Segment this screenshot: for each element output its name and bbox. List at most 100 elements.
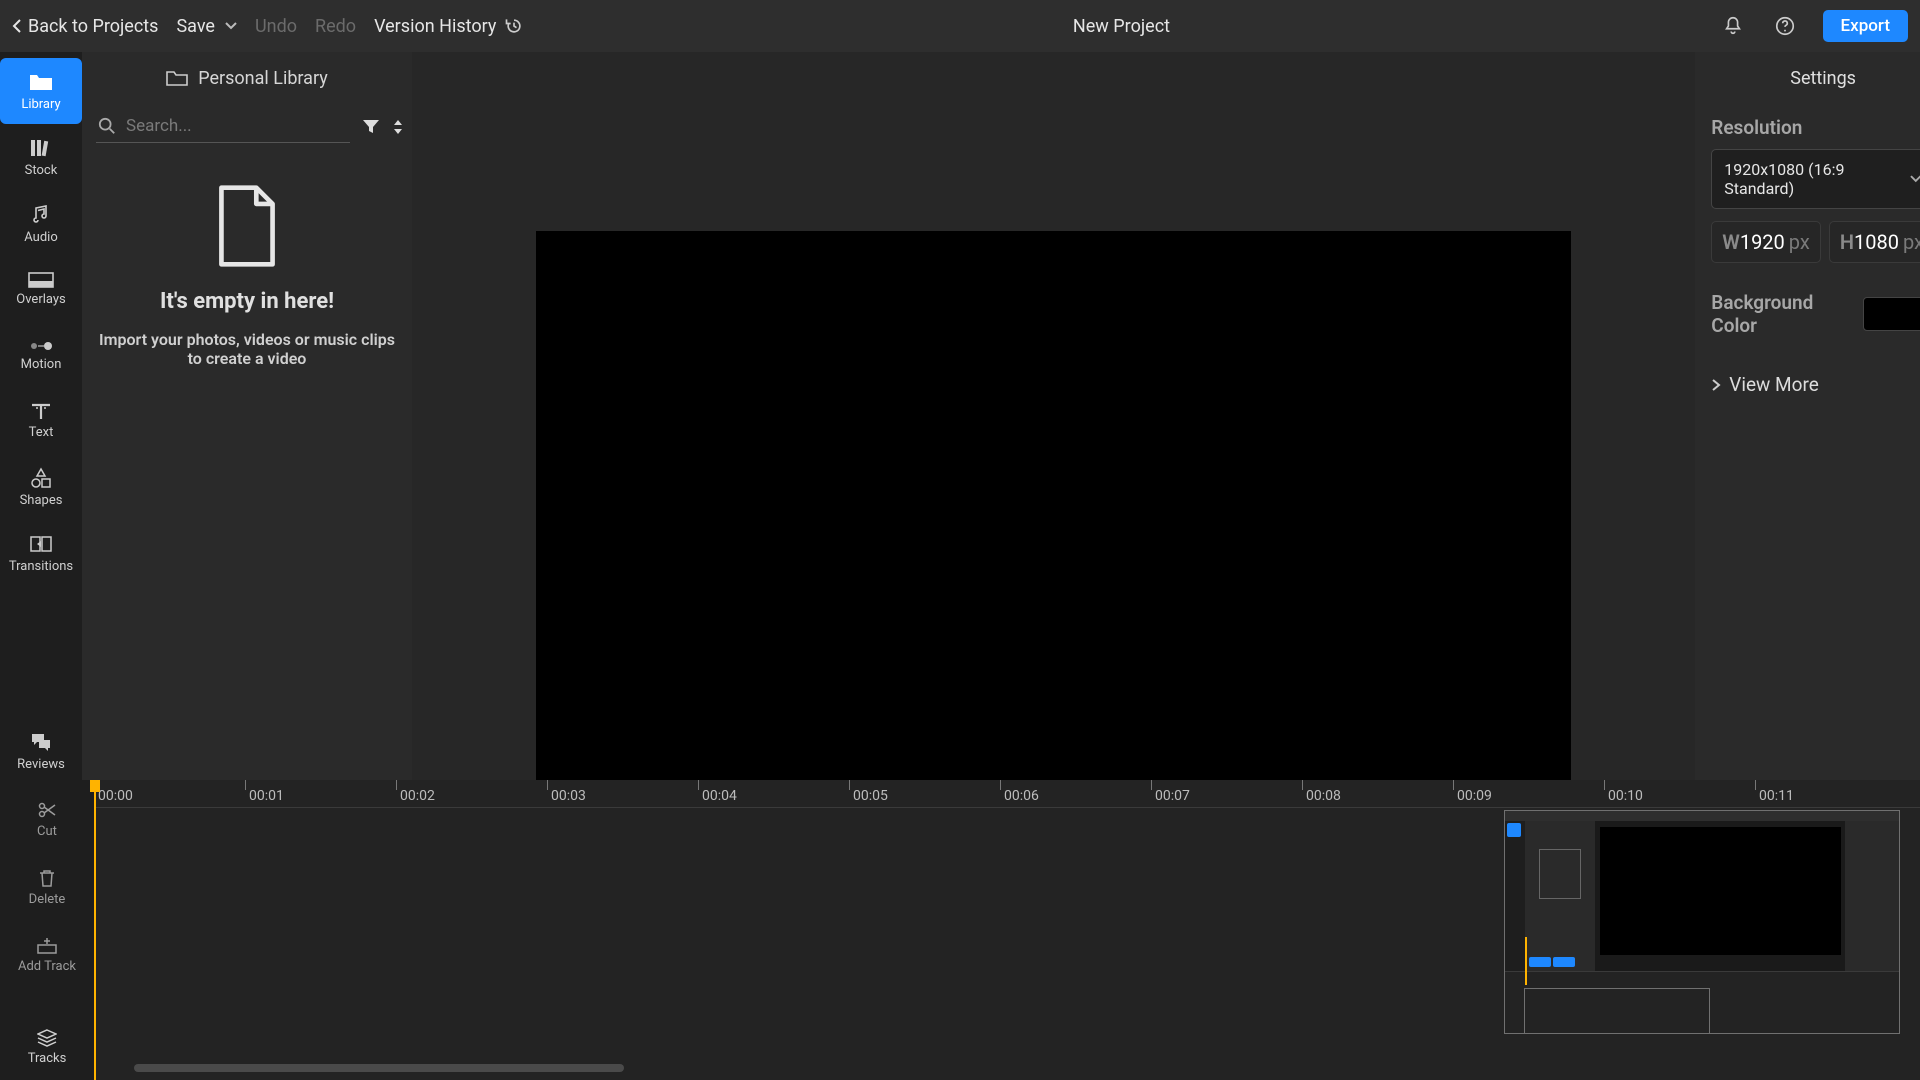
settings-title: Settings <box>1711 52 1920 104</box>
view-more-label: View More <box>1729 373 1819 396</box>
trash-icon <box>38 868 56 888</box>
file-icon <box>211 183 283 269</box>
sidebar-item-label: Motion <box>21 357 62 372</box>
folder-icon <box>28 71 54 93</box>
bg-color-swatch[interactable] <box>1863 297 1920 331</box>
add-track-icon <box>36 937 58 955</box>
folder-icon <box>166 69 188 87</box>
filter-icon <box>362 119 380 135</box>
chevron-down-icon <box>1910 175 1920 183</box>
ruler-tick: 00:04 <box>698 780 737 804</box>
search-icon <box>98 117 116 135</box>
undo-button[interactable]: Undo <box>255 16 297 37</box>
sidebar-item-library[interactable]: Library <box>0 58 82 124</box>
chevron-left-icon <box>12 18 22 34</box>
ruler-tick: 00:11 <box>1755 780 1794 804</box>
transitions-icon <box>29 533 53 555</box>
books-icon <box>28 137 54 159</box>
ruler-tick: 00:10 <box>1604 780 1643 804</box>
timeline-cut-button[interactable]: Cut <box>6 786 88 852</box>
resolution-label: Resolution <box>1711 116 1920 139</box>
layers-icon <box>37 1029 57 1047</box>
save-dropdown-button[interactable] <box>225 22 237 30</box>
timeline-tool-label: Tracks <box>28 1051 67 1066</box>
empty-title: It's empty in here! <box>160 289 334 314</box>
sidebar-item-shapes[interactable]: Shapes <box>0 454 82 520</box>
sidebar-item-transitions[interactable]: Transitions <box>0 520 82 586</box>
timeline-tool-label: Delete <box>29 892 66 907</box>
version-history-button[interactable]: Version History <box>374 16 524 37</box>
sidebar-item-label: Reviews <box>17 757 65 772</box>
ruler-tick: 00:05 <box>849 780 888 804</box>
export-button[interactable]: Export <box>1823 10 1908 42</box>
version-history-label: Version History <box>374 16 496 37</box>
help-button[interactable] <box>1771 12 1799 40</box>
timeline-scrollbar[interactable] <box>134 1064 1920 1076</box>
sidebar-item-label: Transitions <box>9 559 73 574</box>
redo-button[interactable]: Redo <box>315 16 356 37</box>
sidebar-item-label: Shapes <box>20 493 63 508</box>
notifications-button[interactable] <box>1719 12 1747 40</box>
preview-canvas[interactable] <box>536 231 1571 815</box>
sidebar-item-reviews[interactable]: Reviews <box>0 718 82 784</box>
view-more-button[interactable]: View More <box>1711 373 1920 396</box>
sidebar-item-label: Stock <box>25 163 58 178</box>
save-button[interactable]: Save <box>176 16 215 37</box>
text-icon <box>30 403 52 421</box>
playhead[interactable] <box>94 780 96 1080</box>
back-to-projects-button[interactable]: Back to Projects <box>12 16 158 37</box>
back-label: Back to Projects <box>28 16 158 37</box>
sort-icon <box>392 119 404 135</box>
sidebar-item-label: Library <box>21 97 60 112</box>
ruler-tick: 00:07 <box>1151 780 1190 804</box>
music-icon <box>29 202 53 226</box>
sidebar-item-label: Text <box>29 425 54 440</box>
ruler-tick: 00:02 <box>396 780 435 804</box>
empty-subtitle: Import your photos, videos or music clip… <box>82 330 412 368</box>
timeline: Cut Delete Add Track Tracks 00:0000:0100… <box>0 780 1920 1080</box>
comments-icon <box>29 731 53 753</box>
timeline-tools: Cut Delete Add Track Tracks <box>0 780 94 1080</box>
timeline-add-track-button[interactable]: Add Track <box>6 922 88 988</box>
sidebar-item-motion[interactable]: Motion <box>0 322 82 388</box>
timeline-ruler[interactable]: 00:0000:0100:0200:0300:0400:0500:0600:07… <box>94 780 1920 808</box>
ruler-tick: 00:09 <box>1453 780 1492 804</box>
help-icon <box>1774 15 1796 37</box>
search-input-wrapper[interactable] <box>96 110 350 143</box>
ruler-tick: 00:08 <box>1302 780 1341 804</box>
width-input[interactable]: W 1920 px <box>1711 221 1821 263</box>
chevron-right-icon <box>1711 378 1721 392</box>
sidebar-item-overlays[interactable]: Overlays <box>0 256 82 322</box>
search-input[interactable] <box>126 116 348 136</box>
motion-icon <box>28 339 54 353</box>
timeline-delete-button[interactable]: Delete <box>6 854 88 920</box>
bell-icon <box>1722 15 1744 37</box>
resolution-value: 1920x1080 (16:9 Standard) <box>1724 160 1910 198</box>
timeline-tool-label: Add Track <box>18 959 76 974</box>
sidebar-item-label: Overlays <box>16 292 65 307</box>
library-panel-title: Personal Library <box>198 68 328 89</box>
bg-color-label: Background Color <box>1711 291 1863 337</box>
resolution-select[interactable]: 1920x1080 (16:9 Standard) <box>1711 149 1920 209</box>
shapes-icon <box>29 467 53 489</box>
ruler-tick: 00:01 <box>245 780 284 804</box>
height-input[interactable]: H 1080 px <box>1829 221 1920 263</box>
sort-button[interactable] <box>392 116 404 138</box>
sidebar-item-text[interactable]: Text <box>0 388 82 454</box>
project-title[interactable]: New Project <box>1073 16 1170 37</box>
timeline-tracks-button[interactable]: Tracks <box>6 1014 88 1080</box>
timeline-track-area[interactable]: 00:0000:0100:0200:0300:0400:0500:0600:07… <box>94 780 1920 1080</box>
pip-thumbnail[interactable] <box>1504 810 1900 1034</box>
sidebar-item-label: Audio <box>24 230 57 245</box>
overlay-icon <box>28 272 54 288</box>
scissors-icon <box>37 800 57 820</box>
chevron-down-icon <box>225 22 237 30</box>
timeline-tool-label: Cut <box>37 824 57 839</box>
topbar: Back to Projects Save Undo Redo Version … <box>0 0 1920 52</box>
filter-button[interactable] <box>362 116 380 138</box>
sidebar-item-stock[interactable]: Stock <box>0 124 82 190</box>
history-icon <box>504 16 524 36</box>
ruler-tick: 00:06 <box>1000 780 1039 804</box>
ruler-tick: 00:03 <box>547 780 586 804</box>
sidebar-item-audio[interactable]: Audio <box>0 190 82 256</box>
